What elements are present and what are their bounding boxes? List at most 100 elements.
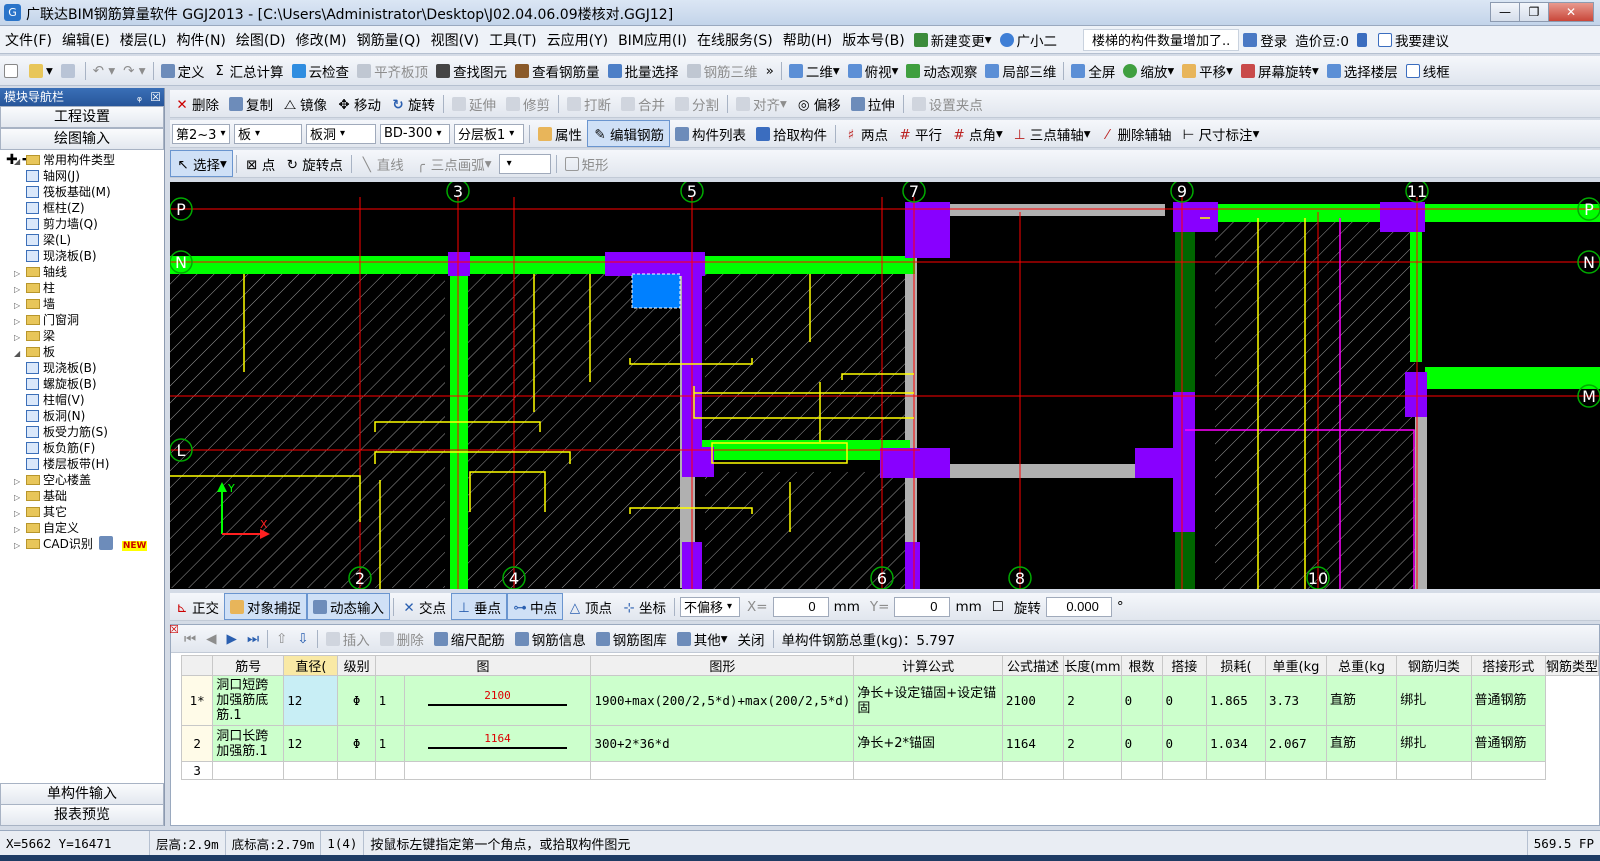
select-button[interactable]: ↖ 选择 ▾ — [170, 150, 233, 177]
cell-dia[interactable]: 12 — [283, 675, 339, 726]
tree-folder[interactable]: ▷ 梁 — [0, 328, 164, 344]
open-folder-icon[interactable]: ▾ — [25, 56, 57, 85]
point-button[interactable]: ⊠ 点 — [240, 150, 281, 177]
extend-button[interactable]: 延伸 — [447, 90, 501, 117]
set-grip-button[interactable]: 设置夹点 — [907, 90, 988, 117]
batch-select-button[interactable]: 批量选择 — [604, 56, 683, 85]
cell-desc[interactable] — [853, 761, 1003, 780]
cell-cat[interactable]: 直筋 — [1325, 675, 1398, 726]
two-point-button[interactable]: ♯ 两点 — [839, 120, 893, 147]
login-button[interactable]: 登录 — [1239, 26, 1291, 53]
rectangle-button[interactable]: 矩形 — [560, 150, 614, 177]
new-change-button[interactable]: 新建变更 ▾ — [910, 26, 996, 53]
cell-count[interactable]: 2 — [1063, 675, 1122, 726]
cell-unit-w[interactable]: 1.865 — [1206, 675, 1266, 726]
cell-name[interactable]: 洞口短跨加强筋底筋.1 — [212, 675, 285, 726]
orbit-button[interactable]: 动态观察 — [902, 56, 981, 85]
fullscreen-button[interactable]: 全屏 — [1067, 56, 1119, 85]
cell-total-w[interactable] — [1264, 761, 1327, 780]
cell-grade[interactable]: Φ — [337, 675, 376, 726]
menu-member[interactable]: 构件(N) — [172, 26, 231, 53]
save-icon[interactable] — [57, 56, 82, 85]
tree-folder[interactable]: ▷ 基础 — [0, 488, 164, 504]
cell-unit-w[interactable] — [1206, 761, 1266, 780]
delete-row-button[interactable]: 删除 — [375, 629, 429, 649]
menu-online[interactable]: 在线服务(S) — [692, 26, 778, 53]
cell-cat[interactable] — [1325, 761, 1398, 780]
undo-icon[interactable]: ↶ ▾ — [89, 56, 119, 85]
news-ticker[interactable]: 楼梯的构件数量增加了.. — [1083, 28, 1240, 51]
offset-button[interactable]: ◎ 偏移 — [792, 90, 846, 117]
tree-item[interactable]: 板洞(N) — [0, 408, 164, 424]
cell-dia[interactable]: 12 — [283, 725, 339, 762]
scale-rebar-button[interactable]: 缩尺配筋 — [429, 629, 510, 649]
cell-lap[interactable] — [1120, 761, 1163, 780]
next-record-icon[interactable]: ▶ — [222, 631, 242, 647]
cell-desc[interactable]: 净长+设定锚固+设定锚固 — [853, 675, 1003, 726]
row-index[interactable]: 3 — [180, 761, 214, 780]
rotate-input[interactable] — [1045, 596, 1112, 617]
three-point-arc-button[interactable]: ╭ 三点画弧 ▾ — [409, 150, 497, 177]
cell-count[interactable]: 2 — [1063, 725, 1122, 762]
close-button-rebar[interactable]: 关闭 — [733, 629, 770, 649]
shape-cell[interactable]: 1164 — [403, 725, 592, 762]
rotate-checkbox[interactable]: ☐ — [987, 593, 1009, 620]
menu-file[interactable]: 文件(F) — [0, 26, 57, 53]
cell-total-w[interactable]: 3.73 — [1264, 675, 1327, 726]
coordinate-snap-button[interactable]: ⊹ 坐标 — [617, 593, 671, 620]
cell-fig[interactable]: 1 — [374, 675, 405, 726]
drawing-input-button[interactable]: 绘图输入 — [0, 128, 164, 150]
merge-button[interactable]: 合并 — [616, 90, 670, 117]
column-header[interactable]: 根数 — [1120, 655, 1163, 676]
tree-item[interactable]: 轴网(J) — [0, 168, 164, 184]
column-header[interactable]: 公式描述 — [1001, 655, 1065, 676]
more-chevron-icon[interactable]: » — [762, 56, 778, 85]
cell-desc[interactable]: 净长+2*锚固 — [853, 725, 1003, 762]
pan-button[interactable]: 平移 ▾ — [1178, 56, 1237, 85]
other-button[interactable]: 其他 ▾ — [672, 629, 733, 649]
offset-select[interactable]: 不偏移 — [680, 596, 740, 617]
cell-count[interactable] — [1063, 761, 1122, 780]
project-settings-button[interactable]: 工程设置 — [0, 106, 164, 128]
insert-row-button[interactable]: 插入 — [321, 629, 375, 649]
cell-formula[interactable] — [590, 761, 855, 780]
cell-rebar-type[interactable]: 普通钢筋 — [1470, 725, 1546, 762]
menu-draw[interactable]: 绘图(D) — [231, 26, 291, 53]
cell-fig[interactable] — [374, 761, 405, 780]
copy-button[interactable]: 复制 — [224, 90, 278, 117]
cell-unit-w[interactable]: 1.034 — [1206, 725, 1266, 762]
row-index[interactable]: 2 — [180, 725, 214, 762]
cell-lap[interactable]: 0 — [1120, 675, 1163, 726]
cell-loss[interactable]: 0 — [1161, 675, 1208, 726]
redo-icon[interactable]: ↷ ▾ — [119, 56, 149, 85]
menu-cloud[interactable]: 云应用(Y) — [542, 26, 613, 53]
drawing-canvas[interactable]: Y X 3 5 7 9 11 2 4 6 8 10 P N L P N M — [170, 182, 1600, 589]
table-row[interactable]: 3 — [180, 761, 1599, 780]
tree-item[interactable]: 现浇板(B) — [0, 360, 164, 376]
select-floor-button[interactable]: 选择楼层 — [1323, 56, 1402, 85]
menu-tools[interactable]: 工具(T) — [484, 26, 541, 53]
floor-select[interactable]: 第2~3 — [172, 123, 230, 144]
tree-item[interactable]: 筏板基础(M) — [0, 184, 164, 200]
wireframe-button[interactable]: 线框 — [1402, 56, 1454, 85]
cell-length[interactable] — [1001, 761, 1065, 780]
member-select[interactable]: BD-300 — [380, 123, 450, 144]
top-view-button[interactable]: 俯视 ▾ — [844, 56, 903, 85]
cell-grade[interactable]: Φ — [337, 725, 376, 762]
type-select[interactable]: 板洞 — [306, 123, 376, 144]
edit-rebar-button[interactable]: ✎ 编辑钢筋 — [587, 120, 670, 147]
cell-length[interactable]: 2100 — [1001, 675, 1065, 726]
pick-member-button[interactable]: 拾取构件 — [751, 120, 832, 147]
x-input[interactable] — [772, 596, 829, 617]
notify-icon[interactable] — [1353, 26, 1374, 53]
single-member-input-button[interactable]: 单构件输入 — [0, 783, 164, 805]
category-select[interactable]: 板 — [234, 123, 302, 144]
cell-lap-type[interactable]: 绑扎 — [1396, 675, 1472, 726]
minimize-button[interactable]: — — [1490, 2, 1520, 22]
column-header[interactable]: 损耗( — [1206, 655, 1266, 676]
local-3d-button[interactable]: 局部三维 — [981, 56, 1060, 85]
cell-cat[interactable]: 直筋 — [1325, 725, 1398, 762]
column-header[interactable]: 单重(kg — [1264, 655, 1327, 676]
rebar-library-button[interactable]: 钢筋图库 — [591, 629, 672, 649]
split-button[interactable]: 分割 — [670, 90, 724, 117]
